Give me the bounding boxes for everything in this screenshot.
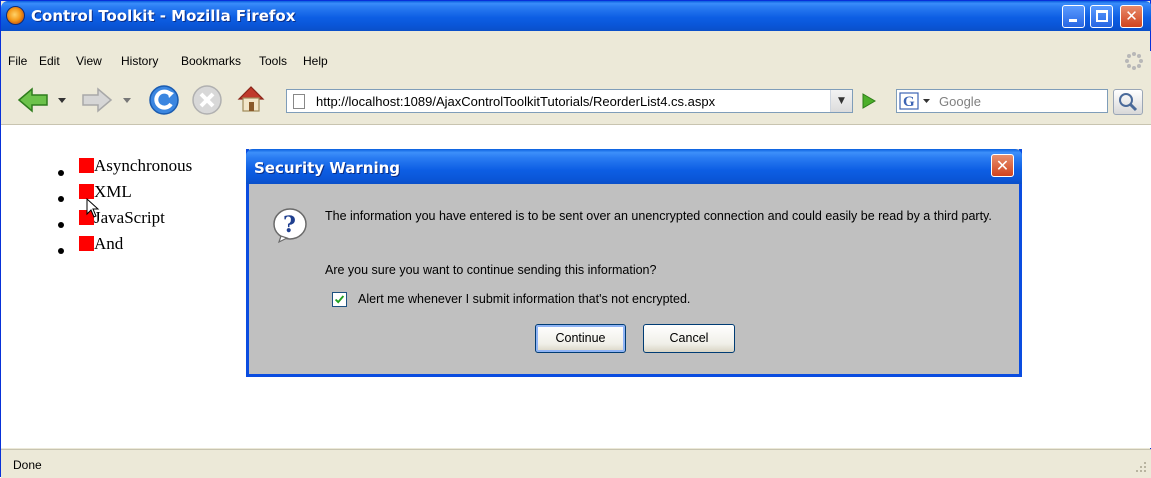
back-history-dropdown-icon[interactable] xyxy=(57,97,67,105)
reload-icon[interactable] xyxy=(148,84,180,116)
google-g-icon[interactable]: G xyxy=(899,92,933,110)
alert-checkbox-label[interactable]: Alert me whenever I submit information t… xyxy=(358,292,690,306)
navigation-toolbar: http://localhost:1089/AjaxControlToolkit… xyxy=(1,73,1151,125)
url-dropdown-icon[interactable]: ▼ xyxy=(830,90,852,112)
list-item-text: And xyxy=(94,234,124,253)
maximize-icon xyxy=(1096,10,1108,22)
close-icon: ✕ xyxy=(995,156,1010,175)
throbber-icon xyxy=(1125,52,1143,70)
menu-bookmarks[interactable]: Bookmarks xyxy=(181,54,241,68)
close-icon: ✕ xyxy=(1125,7,1138,25)
menu-help[interactable]: Help xyxy=(303,54,328,68)
minimize-icon xyxy=(1069,19,1077,22)
search-placeholder: Google xyxy=(939,94,981,109)
window-title: Control Toolkit - Mozilla Firefox xyxy=(31,7,296,25)
close-button[interactable]: ✕ xyxy=(1120,5,1143,28)
menu-history[interactable]: History xyxy=(121,54,158,68)
dialog-title: Security Warning xyxy=(254,159,401,177)
status-text: Done xyxy=(13,458,42,472)
url-text[interactable]: http://localhost:1089/AjaxControlToolkit… xyxy=(316,94,715,109)
bullet xyxy=(58,196,64,202)
magnifier-icon xyxy=(1119,93,1138,112)
list-item-text: Asynchronous xyxy=(94,156,193,175)
menu-view[interactable]: View xyxy=(76,54,102,68)
title-bar[interactable]: Control Toolkit - Mozilla Firefox ✕ xyxy=(1,1,1151,31)
drag-handle[interactable] xyxy=(79,158,94,173)
forward-arrow-icon[interactable] xyxy=(81,85,113,115)
continue-button[interactable]: Continue xyxy=(535,324,626,353)
svg-text:G: G xyxy=(903,94,915,110)
dialog-close-button[interactable]: ✕ xyxy=(991,154,1014,177)
mouse-cursor-icon xyxy=(86,198,100,218)
menu-edit[interactable]: Edit xyxy=(39,54,60,68)
home-icon[interactable] xyxy=(235,83,267,115)
menu-file[interactable]: File xyxy=(8,54,27,68)
svg-text:?: ? xyxy=(283,212,296,238)
back-arrow-icon[interactable] xyxy=(17,85,49,115)
question-icon: ? xyxy=(273,208,307,244)
dialog-title-bar[interactable]: Security Warning ✕ xyxy=(246,149,1022,184)
search-input[interactable]: G Google xyxy=(896,89,1108,113)
bullet xyxy=(58,222,64,228)
status-bar: Done xyxy=(1,449,1151,478)
alert-checkbox[interactable] xyxy=(332,292,347,307)
dialog-message: The information you have entered is to b… xyxy=(325,209,992,223)
maximize-button[interactable] xyxy=(1090,5,1113,28)
menu-tools[interactable]: Tools xyxy=(259,54,287,68)
stop-icon[interactable] xyxy=(191,84,223,116)
url-bar[interactable]: http://localhost:1089/AjaxControlToolkit… xyxy=(286,89,853,113)
go-arrow-icon[interactable] xyxy=(858,91,878,111)
security-warning-dialog: Security Warning ✕ ? The information you… xyxy=(246,149,1022,377)
minimize-button[interactable] xyxy=(1062,5,1085,28)
firefox-icon xyxy=(6,6,25,25)
search-button[interactable] xyxy=(1113,89,1143,115)
drag-handle[interactable] xyxy=(79,236,94,251)
page-icon xyxy=(293,94,305,109)
forward-history-dropdown-icon[interactable] xyxy=(122,97,132,105)
list-item-text: JavaScript xyxy=(94,208,165,227)
bullet xyxy=(58,170,64,176)
resize-grip-icon[interactable] xyxy=(1134,460,1148,474)
browser-window: Control Toolkit - Mozilla Firefox ✕ File… xyxy=(0,0,1151,478)
dialog-question: Are you sure you want to continue sendin… xyxy=(325,263,657,277)
drag-handle[interactable] xyxy=(79,184,94,199)
menu-bar: File Edit View History Bookmarks Tools H… xyxy=(1,51,1151,73)
bullet xyxy=(58,248,64,254)
cancel-button[interactable]: Cancel xyxy=(643,324,735,353)
